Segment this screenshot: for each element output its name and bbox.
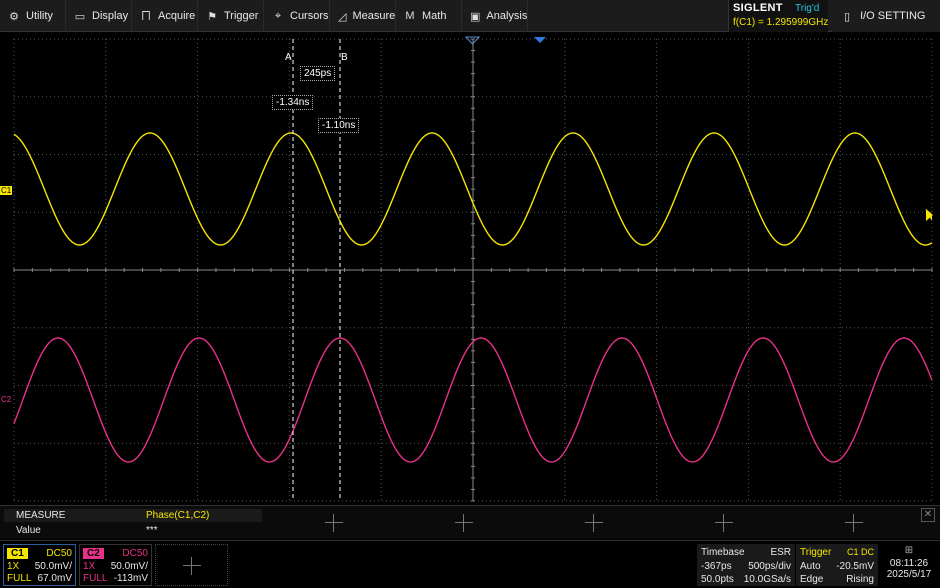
measure-panel: MEASURE Phase(C1,C2) Value *** ✕ [0,505,940,539]
menu-measure[interactable]: ◿ Measure [330,0,396,32]
status-box: SIGLENT Trig'd f(C1) = 1.295999GHz [728,0,828,32]
cursor-delta: 245ps [300,66,336,81]
clock: ⊞ 08:11:26 2025/5/17 [880,544,938,586]
measure-title: MEASURE [16,510,66,521]
menu-trigger-label: Trigger [224,10,259,22]
flag-icon: ⚑ [207,10,217,23]
trigger-slope: Rising [846,574,874,585]
status-bar: C1 DC50 1X 50.0mV/ FULL 67.0mV C2 DC50 1… [0,540,940,588]
waveform-icon: ⨅ [141,9,151,22]
add-measure-slot[interactable] [585,514,603,532]
trigger-source: C1 DC [846,547,874,557]
cursor-b-label: B [341,52,348,63]
trigger-level: -20.5mV [836,561,874,572]
menu-trigger[interactable]: ⚑ Trigger [198,0,264,32]
io-setting-button[interactable]: ▯ I/O SETTING [832,0,940,32]
ch2-probe: 1X [83,561,96,572]
brand-logo: SIGLENT [733,2,783,14]
clock-time: 08:11:26 [889,558,929,569]
menu-utility[interactable]: ⚙ Utility [0,0,66,32]
timebase-scale: 500ps/div [748,561,791,572]
trigger-box[interactable]: Trigger C1 DC Auto -20.5mV Edge Rising [796,544,878,586]
waveform-canvas [13,36,933,502]
ch1-bandwidth: FULL [7,573,32,584]
io-icon: ▯ [844,10,851,23]
menu-display[interactable]: ▭ Display [66,0,132,32]
ch2-tag: C2 [83,548,104,559]
ch1-probe: 1X [7,561,20,572]
ch2-bandwidth: FULL [83,573,108,584]
add-channel-icon [183,557,201,575]
menu-cursors[interactable]: ⌖ Cursors [264,0,330,32]
add-measure-slot[interactable] [845,514,863,532]
menu-measure-label: Measure [352,10,396,22]
network-icon: ⊞ [904,545,914,556]
menu-bar: ⚙ Utility ▭ Display ⨅ Acquire ⚑ Trigger ⌖ Cur… [0,0,940,32]
menu-cursors-label: Cursors [290,10,329,22]
menu-analysis-label: Analysis [486,10,528,22]
gear-icon: ⚙ [9,10,19,23]
io-setting-label: I/O SETTING [860,10,926,22]
add-channel-slot[interactable] [155,544,228,586]
menu-display-label: Display [92,10,129,22]
trigger-position-marker [534,37,546,43]
ch2-coupling: DC50 [122,548,148,559]
crosshair-icon: ⌖ [274,9,282,22]
timebase-points: 50.0pts [701,574,734,585]
cursor-a-label: A [285,52,292,63]
clock-date: 2025/5/17 [886,569,932,580]
menu-analysis[interactable]: ▣ Analysis [462,0,528,32]
measure-parameter[interactable]: Phase(C1,C2) [146,510,209,521]
ch1-scale: 50.0mV/ [34,561,72,572]
measure-value-label: Value [16,525,41,536]
trigger-mode: Auto [800,561,821,572]
frequency-readout: f(C1) = 1.295999GHz [733,17,829,28]
ruler-icon: ◿ [338,10,347,23]
menu-math-label: Math [422,10,447,22]
menu-acquire[interactable]: ⨅ Acquire [132,0,198,32]
ch1-tag: C1 [7,548,28,559]
add-measure-slot[interactable] [715,514,733,532]
menu-utility-label: Utility [26,10,53,22]
timebase-title: Timebase [701,547,745,558]
close-icon[interactable]: ✕ [921,508,935,522]
trigger-status: Trig'd [795,3,820,14]
timebase-box[interactable]: Timebase ESR -367ps 500ps/div 50.0pts 10… [697,544,795,586]
ch2-scale: 50.0mV/ [110,561,148,572]
add-measure-slot[interactable] [455,514,473,532]
menu-math[interactable]: M Math [396,0,462,32]
waveform-display[interactable]: A B 245ps -1.34ns -1.10ns C1 C2 [0,36,940,502]
channel-1-box[interactable]: C1 DC50 1X 50.0mV/ FULL 67.0mV [3,544,76,586]
trigger-type: Edge [800,574,824,585]
trigger-title: Trigger [800,547,832,558]
math-icon: M [405,10,415,22]
timebase-delay: -367ps [701,561,732,572]
ch1-coupling: DC50 [46,548,72,559]
add-measure-slot[interactable] [325,514,343,532]
timebase-rate: 10.0GSa/s [743,574,791,585]
cursor-b-time: -1.10ns [318,118,360,133]
ch2-offset: -113mV [113,573,148,584]
monitor-icon: ▭ [74,10,86,23]
c1-offset-marker[interactable]: C1 [0,186,13,195]
menu-acquire-label: Acquire [158,10,196,22]
ch1-offset: 67.0mV [37,573,72,584]
cursor-a-time: -1.34ns [272,95,314,110]
channel-2-box[interactable]: C2 DC50 1X 50.0mV/ FULL -113mV [79,544,152,586]
measure-value: *** [146,525,158,536]
analysis-icon: ▣ [470,10,481,23]
timebase-mode: ESR [770,547,791,558]
c2-offset-marker[interactable]: C2 [0,395,12,404]
measure-header: MEASURE Phase(C1,C2) [4,509,262,522]
